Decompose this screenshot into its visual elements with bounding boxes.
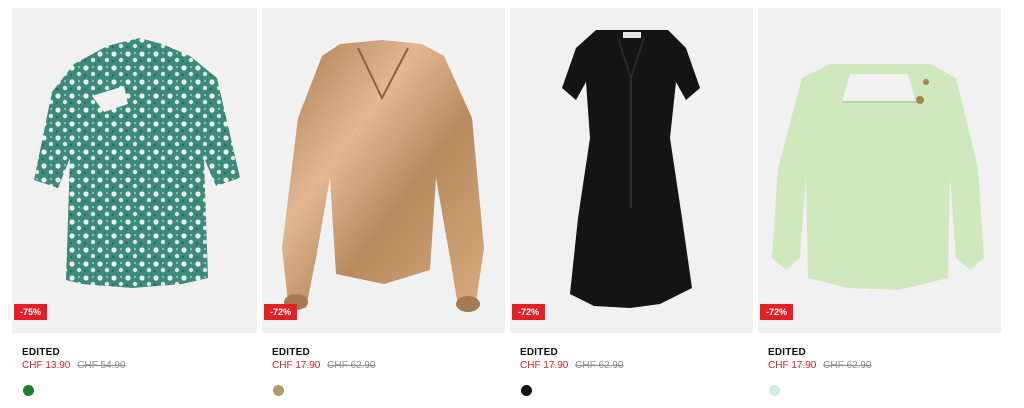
product-grid: -75% EDITED CHF 13.90 CHF 54.90 -72% EDI… (12, 8, 1001, 396)
price-row: CHF 17.90 CHF 62.90 (520, 360, 753, 371)
color-swatch[interactable] (521, 385, 532, 396)
sale-price: CHF 17.90 (272, 360, 321, 371)
product-image[interactable]: -75% (12, 8, 257, 333)
original-price: CHF 54.90 (77, 360, 126, 371)
discount-badge: -72% (760, 304, 794, 320)
green-blouse-image (772, 64, 984, 290)
sale-price: CHF 17.90 (768, 360, 817, 371)
product-card[interactable]: -72% EDITED CHF 17.90 CHF 62.90 (262, 8, 505, 396)
original-price: CHF 62.90 (575, 360, 624, 371)
color-swatch[interactable] (273, 385, 284, 396)
brand-name: EDITED (768, 347, 806, 358)
product-card[interactable]: -75% EDITED CHF 13.90 CHF 54.90 (12, 8, 257, 396)
brand-name: EDITED (272, 347, 310, 358)
product-image[interactable]: -72% (510, 8, 753, 333)
product-image[interactable]: -72% (262, 8, 505, 333)
sale-price: CHF 17.90 (520, 360, 569, 371)
product-card[interactable]: -72% EDITED CHF 17.90 CHF 62.90 (758, 8, 1001, 396)
original-price: CHF 62.90 (823, 360, 872, 371)
brand-name: EDITED (22, 347, 60, 358)
product-image[interactable]: -72% (758, 8, 1001, 333)
discount-badge: -72% (264, 304, 298, 320)
price-row: CHF 17.90 CHF 62.90 (768, 360, 1001, 371)
color-swatch[interactable] (23, 385, 34, 396)
brand-name: EDITED (520, 347, 558, 358)
product-card[interactable]: -72% EDITED CHF 17.90 CHF 62.90 (510, 8, 753, 396)
floral-blouse-image (34, 38, 240, 288)
discount-badge: -72% (512, 304, 546, 320)
price-row: CHF 13.90 CHF 54.90 (22, 360, 257, 371)
sale-price: CHF 13.90 (22, 360, 71, 371)
discount-badge: -75% (14, 304, 48, 320)
original-price: CHF 62.90 (327, 360, 376, 371)
price-row: CHF 17.90 CHF 62.90 (272, 360, 505, 371)
black-dress-image (562, 30, 700, 308)
color-swatch[interactable] (769, 385, 780, 396)
satin-blouse-image (282, 40, 484, 312)
